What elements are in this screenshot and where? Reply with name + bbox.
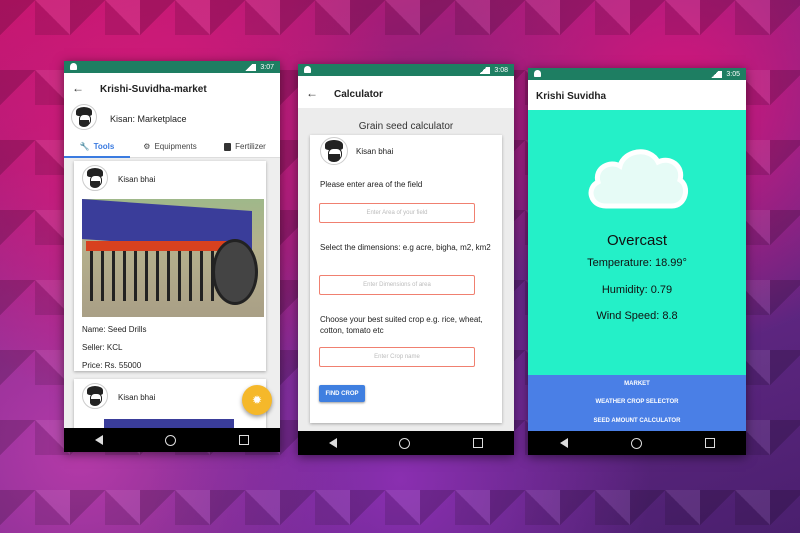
screen-title: Calculator bbox=[334, 89, 383, 100]
seed-drill-image bbox=[82, 199, 264, 317]
nav-bar bbox=[528, 431, 746, 455]
crop-input[interactable]: Enter Crop name bbox=[319, 347, 475, 367]
tab-tools-label: Tools bbox=[93, 142, 115, 151]
nav-home-icon[interactable] bbox=[399, 437, 411, 449]
gear-icon: ⚙ bbox=[143, 142, 151, 151]
lightbulb-icon: ✹ bbox=[251, 393, 263, 407]
avatar bbox=[82, 165, 108, 191]
fab-button[interactable]: ✹ bbox=[242, 385, 272, 415]
product-name: Name: Seed Drills bbox=[82, 325, 147, 334]
android-icon bbox=[534, 70, 541, 77]
product-card[interactable]: Kisan bhai bbox=[74, 379, 266, 429]
status-time: 3:05 bbox=[726, 70, 740, 78]
wrench-icon: 🔧 bbox=[79, 142, 90, 151]
seed-amount-calculator-button[interactable]: SEED AMOUNT CALCULATOR bbox=[528, 418, 746, 424]
calculator-card: Kisan bhai Please enter area of the fiel… bbox=[310, 135, 502, 423]
nav-recent-icon[interactable] bbox=[472, 438, 483, 448]
tab-bar: 🔧 Tools ⚙ Equipments Fertilizer bbox=[64, 137, 280, 158]
app-title: Krishi-Suvidha-market bbox=[100, 84, 207, 95]
tab-fertilizer-label: Fertilizer bbox=[235, 142, 266, 151]
cloud-icon bbox=[588, 149, 689, 209]
signal-icon bbox=[476, 66, 491, 74]
avatar bbox=[71, 104, 97, 130]
status-time: 3:08 bbox=[494, 66, 508, 74]
signal-icon bbox=[708, 70, 723, 78]
product-card[interactable]: Kisan bhai Name: Seed Drills Seller: KCL… bbox=[74, 161, 266, 371]
card-user: Kisan bhai bbox=[118, 393, 156, 402]
status-bar: 3:08 bbox=[298, 64, 514, 76]
humidity: Humidity: 0.79 bbox=[601, 284, 673, 296]
nav-back-icon[interactable] bbox=[559, 438, 568, 448]
card-user: Kisan bhai bbox=[356, 147, 394, 156]
nav-back-icon[interactable] bbox=[95, 435, 104, 445]
phone-calculator: 3:08 ← Calculator Grain seed calculator … bbox=[298, 64, 514, 455]
tab-fertilizer[interactable]: Fertilizer bbox=[210, 137, 280, 156]
fertilizer-icon bbox=[224, 142, 232, 151]
temperature: Temperature: 18.99° bbox=[587, 257, 687, 269]
status-bar: 3:07 bbox=[64, 61, 280, 73]
product-price: Price: Rs. 55000 bbox=[82, 361, 142, 370]
area-prompt: Please enter area of the field bbox=[320, 180, 423, 189]
phone-weather: 3:05 Krishi Suvidha Overcast Temperature… bbox=[528, 68, 746, 455]
avatar bbox=[82, 383, 108, 409]
android-icon bbox=[304, 66, 311, 73]
status-time: 3:07 bbox=[260, 63, 274, 71]
signal-icon bbox=[242, 63, 257, 71]
nav-bar bbox=[64, 428, 280, 452]
avatar bbox=[320, 137, 348, 165]
toolbar bbox=[298, 76, 514, 108]
android-icon bbox=[70, 63, 77, 70]
status-bar: 3:05 bbox=[528, 68, 746, 80]
crop-prompt: Choose your best suited crop e.g. rice, … bbox=[320, 315, 483, 335]
find-crop-button[interactable]: FIND CROP bbox=[319, 385, 365, 402]
header-label: Kisan: Marketplace bbox=[110, 114, 187, 124]
back-arrow-icon[interactable]: ← bbox=[306, 86, 318, 100]
product-seller: Seller: KCL bbox=[82, 343, 123, 352]
back-arrow-icon[interactable]: ← bbox=[72, 81, 84, 95]
nav-back-icon[interactable] bbox=[329, 438, 338, 448]
app-title: Krishi Suvidha bbox=[536, 91, 607, 102]
dimensions-input[interactable]: Enter Dimensions of area bbox=[319, 275, 475, 295]
dimensions-prompt: Select the dimensions: e.g acre, bigha, … bbox=[320, 243, 491, 252]
market-button[interactable]: MARKET bbox=[528, 381, 746, 387]
nav-recent-icon[interactable] bbox=[238, 435, 249, 445]
calculator-heading: Grain seed calculator bbox=[358, 121, 454, 132]
wind-speed: Wind Speed: 8.8 bbox=[596, 310, 678, 322]
nav-bar bbox=[298, 431, 514, 455]
weather-crop-selector-button[interactable]: WEATHER CROP SELECTOR bbox=[528, 399, 746, 405]
phone-marketplace: 3:07 ← Krishi-Suvidha-market Kisan: Mark… bbox=[64, 61, 280, 452]
card-user: Kisan bhai bbox=[118, 175, 156, 184]
nav-recent-icon[interactable] bbox=[704, 438, 715, 448]
weather-condition: Overcast bbox=[606, 232, 667, 249]
tab-equipments[interactable]: ⚙ Equipments bbox=[134, 137, 206, 156]
tab-tools[interactable]: 🔧 Tools bbox=[64, 137, 130, 158]
nav-home-icon[interactable] bbox=[630, 437, 642, 449]
tab-equipments-label: Equipments bbox=[154, 142, 197, 151]
nav-home-icon[interactable] bbox=[165, 434, 177, 446]
area-input[interactable]: Enter Area of your field bbox=[319, 203, 475, 223]
